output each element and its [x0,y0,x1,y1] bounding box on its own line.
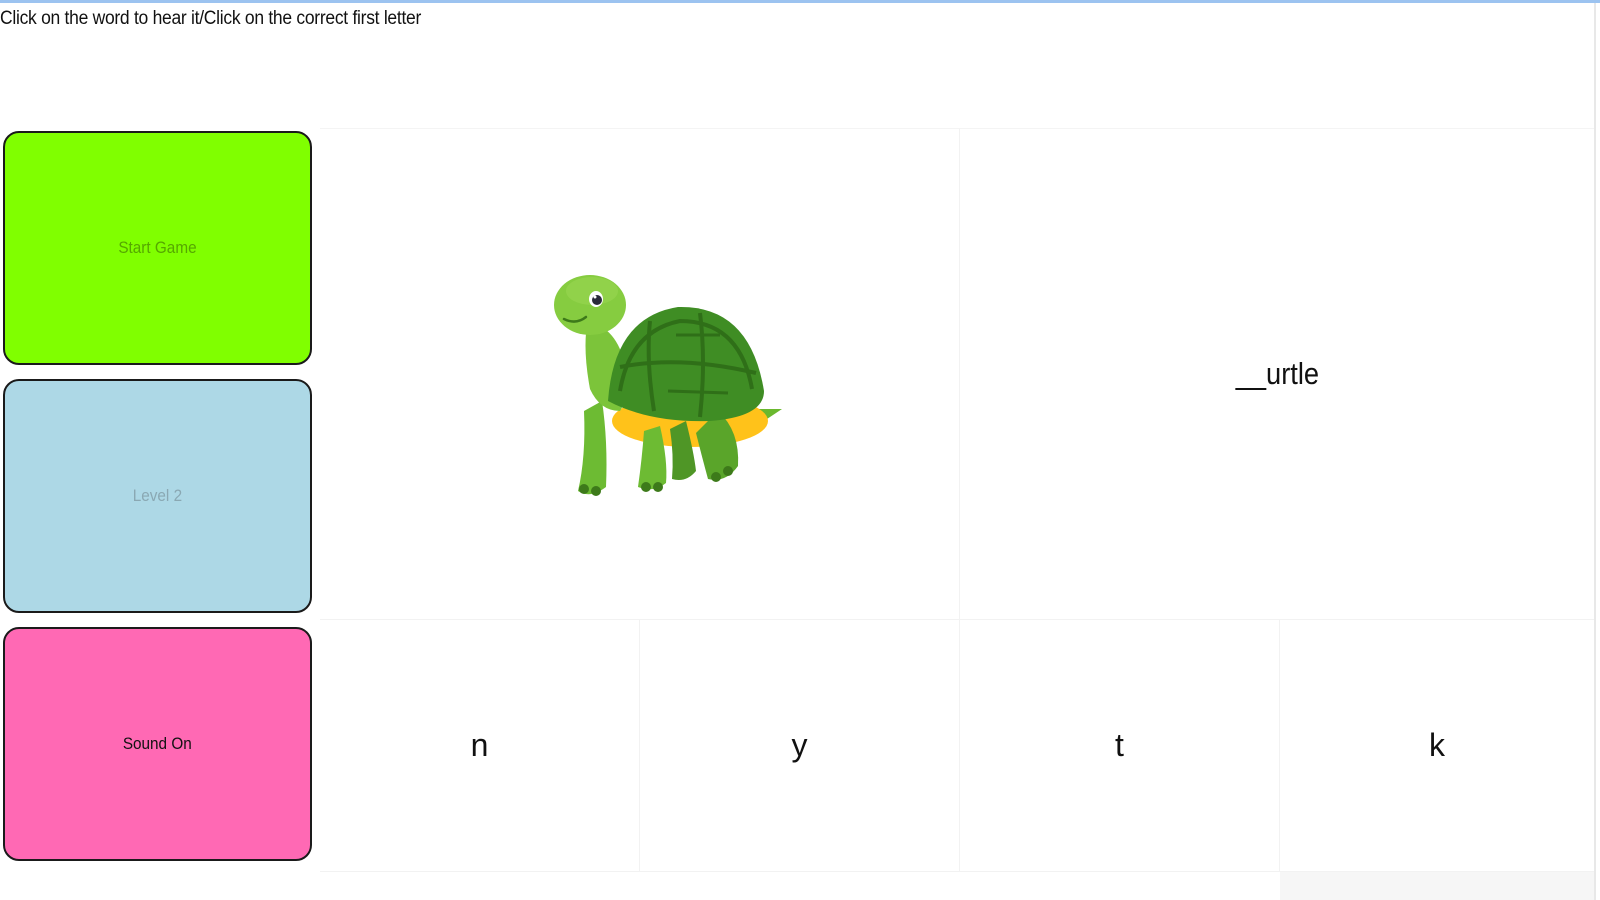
level-label: Level 2 [132,486,183,505]
letter-option-4[interactable]: k [1280,620,1594,872]
instructions-text: Click on the word to hear it/Click on th… [0,8,422,29]
bottom-strip [1280,872,1594,900]
word-cell[interactable]: __urtle [960,128,1594,620]
start-game-label: Start Game [118,238,197,257]
picture-cell [320,128,960,620]
letter-option-4-label: k [1429,727,1445,763]
letter-option-2-label: y [791,727,808,763]
letter-option-2[interactable]: y [640,620,960,872]
top-accent-bar [0,0,1600,3]
letter-option-3[interactable]: t [960,620,1280,872]
turtle-icon [554,275,782,496]
sound-label: Sound On [123,734,192,753]
right-edge-divider [1594,3,1596,900]
letter-option-1[interactable]: n [320,620,640,872]
start-game-button[interactable]: Start Game [3,131,312,365]
word-text: __urtle [1235,356,1319,391]
level-button[interactable]: Level 2 [3,379,312,613]
letter-option-1-label: n [470,727,489,763]
sound-toggle-button[interactable]: Sound On [3,627,312,861]
letter-option-3-label: t [1115,727,1124,763]
